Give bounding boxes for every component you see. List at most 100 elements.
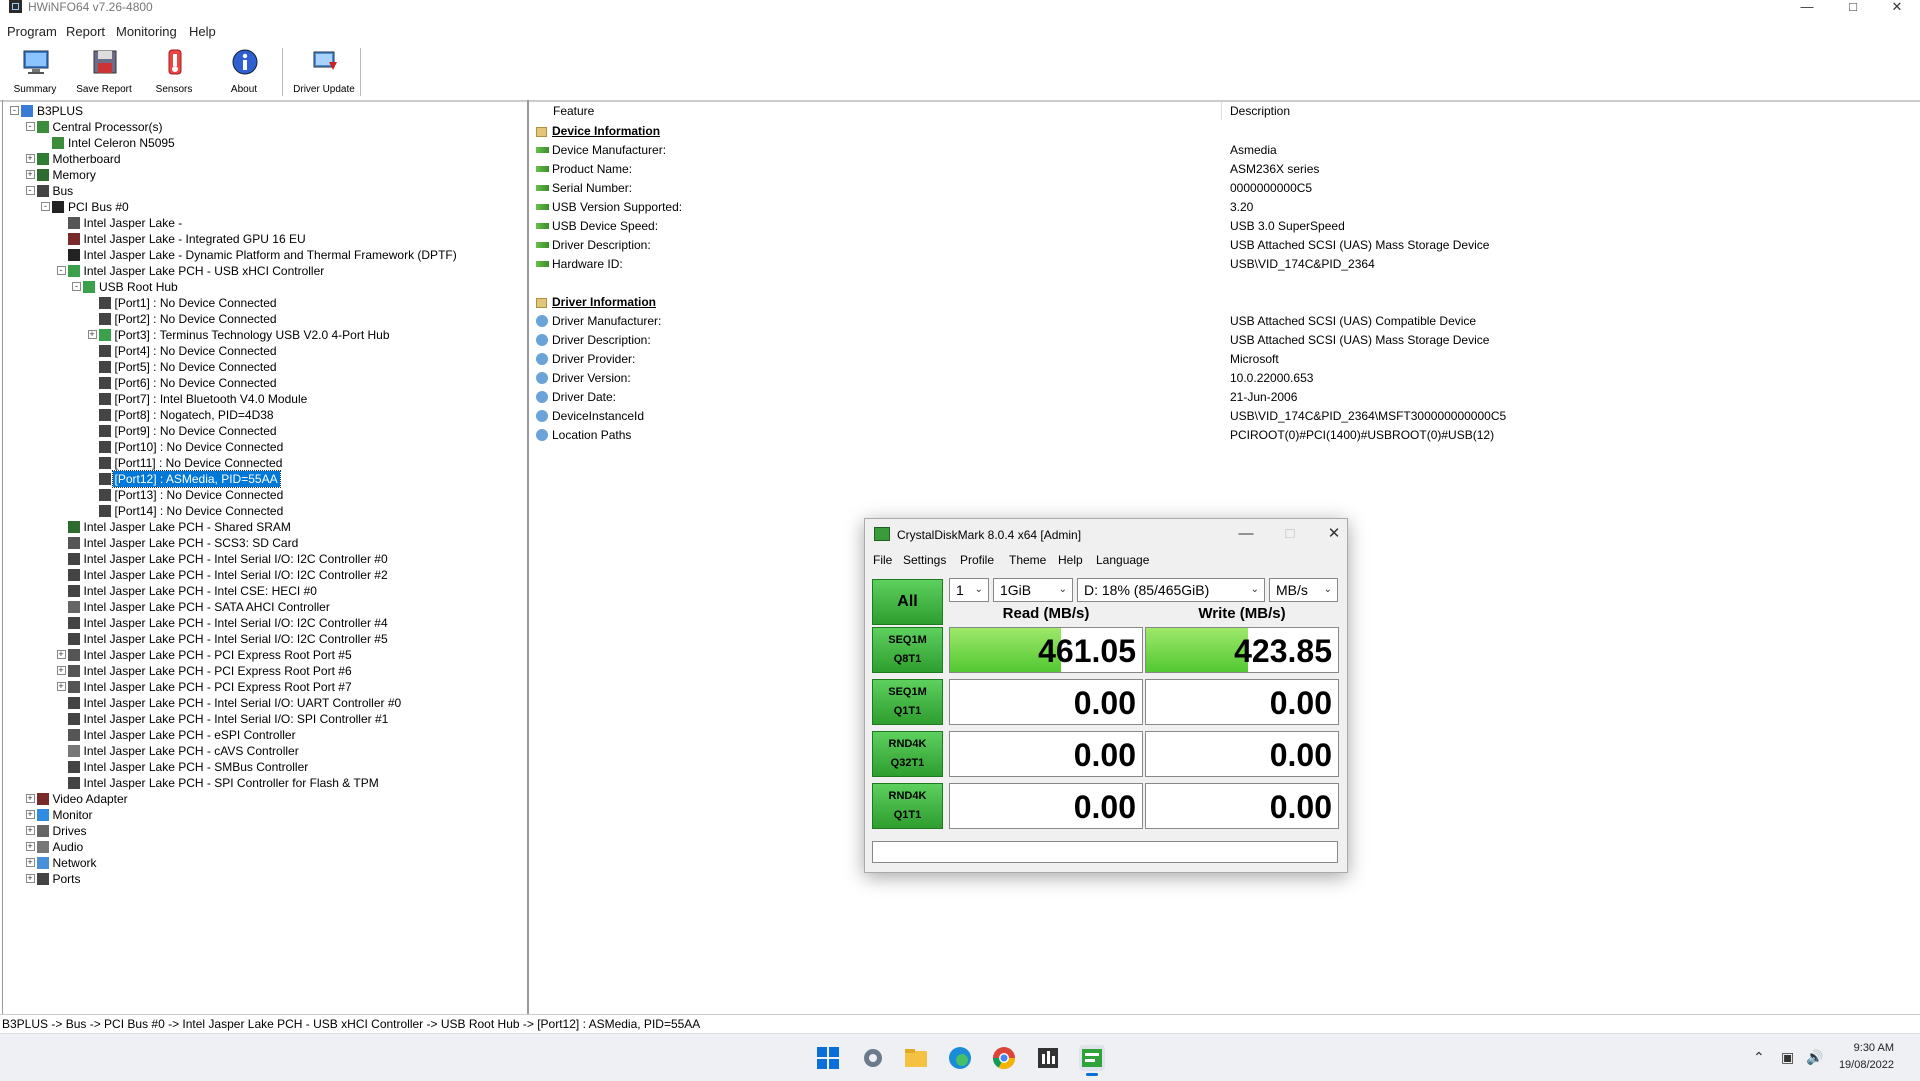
cdm-menu-profile[interactable]: Profile — [960, 553, 994, 567]
minimize-button[interactable]: — — [1784, 0, 1830, 16]
test-size-select[interactable]: 1GiB ⌄ — [993, 578, 1073, 602]
menu-program[interactable]: Program — [7, 24, 57, 39]
edge-browser-button[interactable] — [947, 1045, 973, 1071]
settings-taskbar-button[interactable] — [860, 1045, 886, 1071]
cdm-minimize-button[interactable]: — — [1231, 523, 1261, 545]
sensors-button[interactable]: Sensors — [141, 44, 207, 98]
collapse-icon[interactable]: - — [72, 282, 81, 291]
file-explorer-button[interactable] — [903, 1045, 929, 1071]
crystaldiskmark-taskbar-button[interactable] — [1079, 1045, 1105, 1076]
detail-row[interactable]: USB Version Supported: 3.20 — [529, 198, 1920, 216]
all-button[interactable]: All — [872, 579, 943, 625]
test-button[interactable]: RND4K Q1T1 — [872, 783, 943, 829]
detail-row[interactable]: Serial Number: 0000000000C5 — [529, 179, 1920, 197]
unit-select[interactable]: MB/s ⌄ — [1269, 578, 1338, 602]
drive-select[interactable]: D: 18% (85/465GiB) ⌄ — [1077, 578, 1265, 602]
bus-icon — [67, 553, 80, 565]
test-count-select[interactable]: 1 ⌄ — [949, 578, 989, 602]
description-value: USB Attached SCSI (UAS) Mass Storage Dev… — [1230, 333, 1490, 347]
expand-icon[interactable]: + — [25, 842, 35, 851]
tree-item-label: Motherboard — [52, 152, 121, 166]
description-value: USB Attached SCSI (UAS) Mass Storage Dev… — [1230, 238, 1490, 252]
expand-icon[interactable]: + — [25, 858, 35, 867]
test-button[interactable]: SEQ1M Q8T1 — [872, 627, 943, 673]
detail-section-header[interactable]: Device Information — [529, 122, 1920, 140]
cdm-menu-help[interactable]: Help — [1058, 553, 1083, 567]
detail-row[interactable]: Hardware ID: USB\VID_174C&PID_2364 — [529, 255, 1920, 273]
clock[interactable]: 9:30 AM 19/08/2022 — [1839, 1040, 1894, 1074]
detail-row[interactable]: Driver Provider: Microsoft — [529, 350, 1920, 368]
thermometer-icon — [168, 49, 182, 75]
tree-item-label: Audio — [52, 840, 84, 854]
cdm-close-button[interactable]: ✕ — [1319, 523, 1349, 545]
volume-tray-icon[interactable]: 🔊 — [1806, 1049, 1823, 1066]
expand-icon[interactable]: + — [25, 170, 35, 179]
chrome-browser-button[interactable] — [991, 1045, 1017, 1071]
collapse-icon[interactable]: - — [56, 266, 66, 275]
comment-input[interactable] — [872, 841, 1338, 863]
maximize-button[interactable]: □ — [1830, 0, 1876, 16]
cdm-menu-theme[interactable]: Theme — [1009, 553, 1046, 567]
collapse-icon[interactable]: - — [10, 106, 19, 115]
cdm-menu-language[interactable]: Language — [1096, 553, 1149, 567]
tree-item-label: PCI Bus #0 — [68, 200, 129, 214]
gpu-icon — [36, 793, 49, 805]
collapse-icon[interactable]: - — [41, 202, 50, 211]
detail-row[interactable]: Driver Date: 21-Jun-2006 — [529, 388, 1920, 406]
usb-icon — [536, 147, 549, 153]
detail-row[interactable]: Driver Manufacturer: USB Attached SCSI (U… — [529, 312, 1920, 330]
description-column-header[interactable]: Description — [1230, 104, 1290, 118]
detail-row[interactable]: Device Manufacturer: Asmedia — [529, 141, 1920, 159]
network-tray-icon[interactable]: ▣ — [1781, 1049, 1794, 1066]
detail-row[interactable]: USB Device Speed: USB 3.0 SuperSpeed — [529, 217, 1920, 235]
cdm-menu-file[interactable]: File — [873, 553, 892, 567]
expand-icon[interactable]: + — [25, 810, 35, 819]
cdm-maximize-button[interactable]: □ — [1275, 523, 1305, 545]
tree-item-label: Bus — [52, 184, 74, 198]
expand-icon[interactable]: + — [25, 826, 35, 835]
tray-overflow-chevron-icon[interactable]: ⌃ — [1753, 1049, 1765, 1066]
driver-update-button[interactable]: Driver Update — [291, 44, 357, 98]
tree-item-label: Drives — [52, 824, 87, 838]
tree-item-label: Memory — [52, 168, 96, 182]
detail-row[interactable]: Location Paths PCIROOT(0)#PCI(1400)#USBRO… — [529, 426, 1920, 444]
description-value: USB\VID_174C&PID_2364\MSFT300000000000C5 — [1230, 409, 1507, 423]
start-button[interactable] — [815, 1045, 841, 1071]
expand-icon[interactable]: + — [25, 874, 35, 883]
write-result-value: 423.85 — [1234, 633, 1332, 669]
audio-icon — [36, 841, 49, 853]
collapse-icon[interactable]: - — [25, 122, 35, 131]
detail-row[interactable]: Driver Description: USB Attached SCSI (UA… — [529, 331, 1920, 349]
expand-icon[interactable]: + — [25, 154, 35, 163]
menu-monitoring[interactable]: Monitoring — [116, 24, 177, 39]
detail-row[interactable]: Driver Description: USB Attached SCSI (UA… — [529, 236, 1920, 254]
test-button[interactable]: SEQ1M Q1T1 — [872, 679, 943, 725]
summary-button[interactable]: Summary — [2, 44, 68, 98]
description-value: 3.20 — [1230, 200, 1254, 214]
usb-icon — [536, 185, 549, 191]
detail-row[interactable]: Driver Version: 10.0.22000.653 — [529, 369, 1920, 387]
menu-help[interactable]: Help — [189, 24, 216, 39]
expand-icon[interactable]: + — [56, 682, 66, 691]
close-button[interactable]: ✕ — [1874, 0, 1920, 16]
tree-item-label: Intel Jasper Lake PCH - cAVS Controller — [83, 744, 299, 758]
device-tree[interactable]: - B3PLUS - Central Processor(s) Intel Celero… — [2, 100, 529, 1014]
save-report-button[interactable]: Save Report — [71, 44, 137, 98]
collapse-icon[interactable]: - — [25, 186, 35, 195]
expand-icon[interactable]: + — [25, 794, 35, 803]
detail-row[interactable]: DeviceInstanceId USB\VID_174C&PID_2364\MS… — [529, 407, 1920, 425]
detail-row[interactable]: Product Name: ASM236X series — [529, 160, 1920, 178]
about-button[interactable]: About — [211, 44, 277, 98]
tree-item-label: Intel Jasper Lake PCH - Intel CSE: HECI … — [83, 584, 317, 598]
expand-icon[interactable]: + — [56, 666, 66, 675]
expand-icon[interactable]: + — [56, 650, 66, 659]
chip-icon — [67, 649, 80, 661]
cdm-menu-settings[interactable]: Settings — [903, 553, 946, 567]
detail-section-header[interactable]: Driver Information — [529, 293, 1920, 311]
expand-icon[interactable]: + — [87, 330, 97, 339]
menu-report[interactable]: Report — [66, 24, 105, 39]
description-value: ASM236X series — [1230, 162, 1320, 176]
feature-column-header[interactable]: Feature — [553, 104, 594, 118]
hwinfo-taskbar-button[interactable] — [1035, 1045, 1061, 1071]
test-button[interactable]: RND4K Q32T1 — [872, 731, 943, 777]
